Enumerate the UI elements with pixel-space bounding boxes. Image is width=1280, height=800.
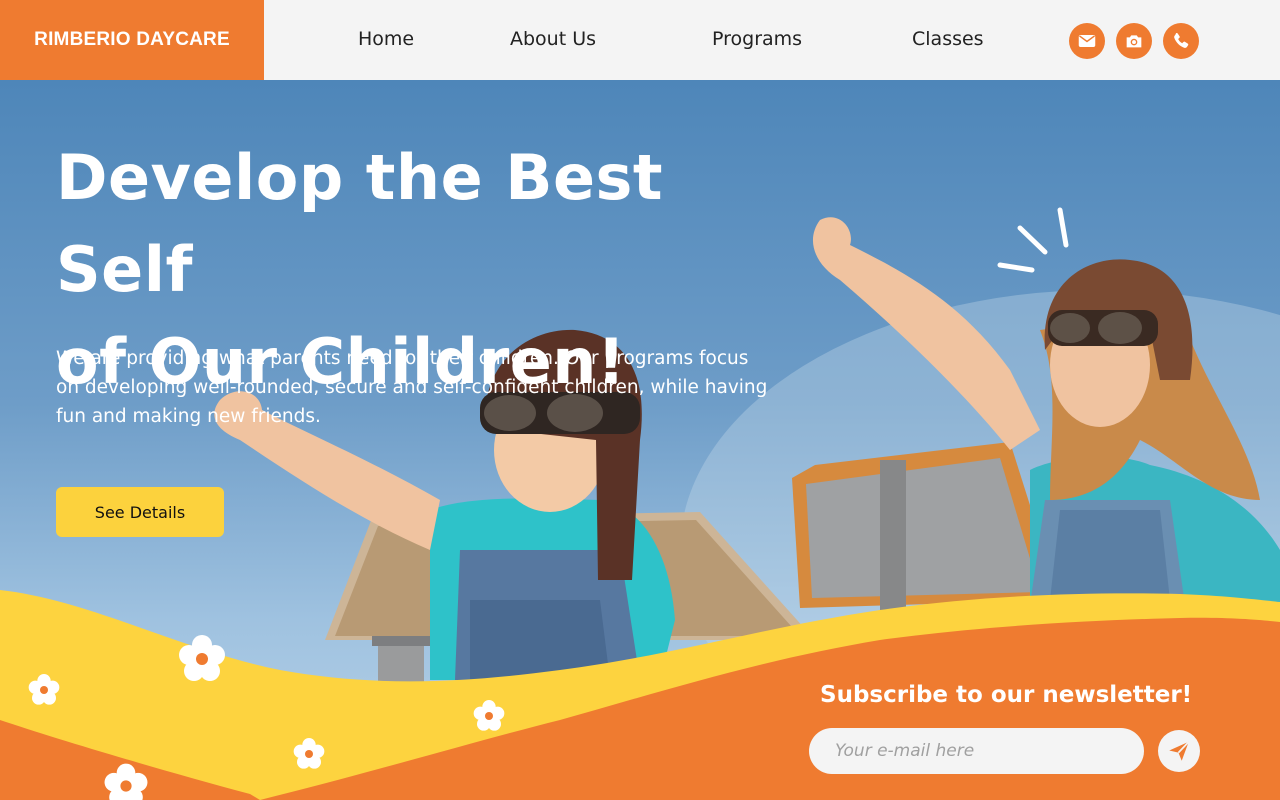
flower-decoration [293, 738, 325, 769]
top-navigation-bar: RIMBERIO DAYCARE Home About Us Programs … [0, 0, 1280, 80]
phone-icon [1174, 32, 1189, 48]
brand-logo[interactable]: RIMBERIO DAYCARE [0, 0, 264, 80]
nav-home[interactable]: Home [358, 28, 414, 50]
hero-section: Develop the Best Self of Our Children! W… [0, 80, 1280, 800]
camera-button[interactable] [1116, 23, 1152, 59]
phone-button[interactable] [1163, 23, 1199, 59]
newsletter-submit-button[interactable] [1158, 730, 1200, 772]
hero-description: We are providing what parents need for t… [56, 348, 768, 427]
see-details-button[interactable]: See Details [56, 487, 224, 537]
mail-icon [1078, 35, 1096, 47]
nav-about-us[interactable]: About Us [510, 28, 596, 50]
newsletter-email-input[interactable] [809, 728, 1144, 774]
mail-button[interactable] [1069, 23, 1105, 59]
flower-decoration [104, 763, 148, 800]
nav-programs[interactable]: Programs [712, 28, 802, 50]
brand-name: RIMBERIO DAYCARE [34, 29, 230, 50]
send-icon [1169, 741, 1190, 761]
flower-decoration [28, 674, 60, 705]
hero-headline-line1: Develop the Best Self [56, 141, 664, 306]
nav-classes[interactable]: Classes [912, 28, 984, 50]
flower-decoration [473, 700, 505, 731]
camera-icon [1126, 35, 1142, 48]
flower-decoration [179, 635, 225, 681]
newsletter-title: Subscribe to our newsletter! [820, 682, 1193, 708]
